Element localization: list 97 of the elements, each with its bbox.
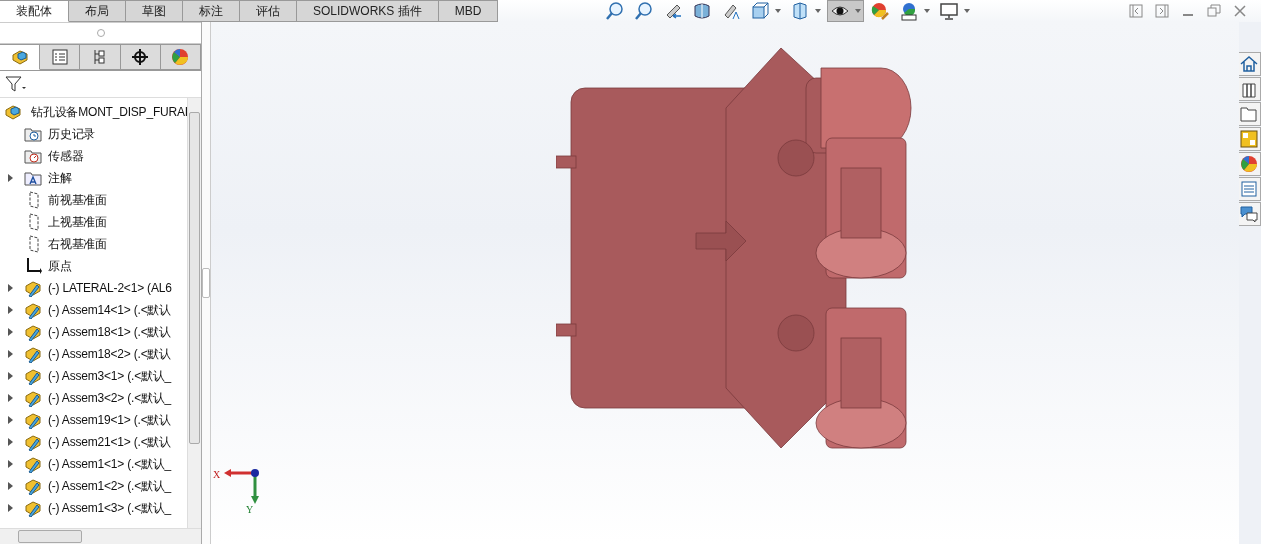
forum-pane-tab[interactable] (1237, 202, 1261, 226)
properties-icon (1240, 180, 1258, 198)
x-axis-label: X (213, 469, 221, 480)
tree-item[interactable]: 原点 (48, 257, 72, 275)
library-icon (1240, 80, 1258, 98)
origin-icon (24, 257, 42, 275)
monitor-icon (939, 1, 960, 21)
caret-icon (964, 9, 971, 13)
command-tab[interactable]: 装配体 (0, 0, 69, 22)
expand-arrow-icon[interactable] (8, 416, 13, 424)
tree-item[interactable]: (-) Assem18<2> (.<默认 (48, 345, 172, 363)
dim-tab[interactable] (120, 44, 161, 70)
tree-item[interactable]: 前视基准面 (48, 191, 107, 209)
crosshair-icon (131, 48, 150, 66)
component-icon (24, 345, 42, 363)
appearance-icon (870, 1, 891, 21)
expand-arrow-icon[interactable] (8, 328, 13, 336)
scene-icon (899, 1, 920, 21)
zoom-fit-icon (605, 1, 626, 21)
expand-arrow-icon[interactable] (8, 460, 13, 468)
expand-arrow-icon[interactable] (8, 174, 13, 182)
component-icon (24, 389, 42, 407)
tree-item[interactable]: (-) Assem21<1> (.<默认 (48, 433, 172, 451)
sensor-folder-icon (24, 147, 42, 165)
assembly-icon (4, 103, 22, 121)
library-pane-tab[interactable] (1237, 77, 1261, 101)
expand-arrow-icon[interactable] (8, 350, 13, 358)
orientation-icon (750, 1, 771, 21)
tree-item[interactable]: (-) Assem1<1> (.<默认_ (48, 455, 172, 473)
horizontal-scrollbar[interactable] (0, 528, 201, 544)
tree-item[interactable]: (-) Assem1<3> (.<默认_ (48, 499, 172, 517)
appearance-pane-tab[interactable] (1237, 152, 1261, 176)
caret-icon (815, 9, 822, 13)
expand-arrow-icon[interactable] (8, 438, 13, 446)
component-icon (24, 433, 42, 451)
history-folder-icon (24, 125, 42, 143)
folder-icon (1240, 105, 1258, 123)
appearance-icon (1240, 155, 1258, 173)
command-tab[interactable]: SOLIDWORKS 插件 (297, 0, 439, 22)
palette-pane-tab[interactable] (1237, 127, 1261, 151)
tree-item[interactable]: (-) Assem3<1> (.<默认_ (48, 367, 172, 385)
component-icon (24, 411, 42, 429)
palette-icon (1240, 130, 1258, 148)
expand-arrow-icon[interactable] (8, 504, 13, 512)
component-icon (24, 477, 42, 495)
expand-arrow-icon[interactable] (8, 306, 13, 314)
tree-item[interactable]: (-) Assem19<1> (.<默认 (48, 411, 172, 429)
home-pane-tab[interactable] (1237, 52, 1261, 76)
filter-icon[interactable] (5, 75, 27, 93)
caret-icon (924, 9, 931, 13)
command-tab[interactable]: 标注 (183, 0, 240, 22)
command-tab[interactable]: 布局 (69, 0, 126, 22)
vertical-scrollbar[interactable] (187, 98, 201, 528)
expand-arrow-icon[interactable] (8, 482, 13, 490)
component-icon (24, 367, 42, 385)
section-icon (692, 1, 713, 21)
component-icon (24, 301, 42, 319)
tree-item[interactable]: (-) Assem14<1> (.<默认 (48, 301, 172, 319)
tree-item[interactable]: 钻孔设备MONT_DISP_FURAI (31, 103, 187, 121)
feature-tab[interactable] (0, 44, 41, 70)
tile-right-icon[interactable] (1155, 4, 1169, 18)
tree-item[interactable]: 右视基准面 (48, 235, 107, 253)
expand-arrow-icon[interactable] (8, 372, 13, 380)
home-icon (1240, 55, 1258, 73)
forum-icon (1240, 205, 1258, 223)
component-icon (24, 499, 42, 517)
command-tab[interactable]: 评估 (240, 0, 297, 22)
command-tab[interactable]: 草图 (126, 0, 183, 22)
close-icon[interactable] (1233, 4, 1247, 18)
caret-icon (775, 9, 782, 13)
tree-item[interactable]: (-) Assem3<2> (.<默认_ (48, 389, 172, 407)
tree-item[interactable]: 传感器 (48, 147, 84, 165)
component-icon (24, 455, 42, 473)
y-axis-label: Y (246, 504, 254, 515)
tree-item[interactable]: (-) Assem18<1> (.<默认 (48, 323, 172, 341)
assembly-icon (10, 48, 29, 66)
tree-item[interactable]: 历史记录 (48, 125, 96, 143)
annotation-folder-icon (24, 169, 42, 187)
component-icon (24, 279, 42, 297)
display-tab[interactable] (160, 44, 201, 70)
tile-left-icon[interactable] (1129, 4, 1143, 18)
caret-icon (855, 9, 862, 13)
expand-arrow-icon[interactable] (8, 394, 13, 402)
command-tab[interactable]: MBD (438, 0, 499, 22)
color-ball-icon (171, 48, 190, 66)
hide-show-button[interactable] (827, 0, 865, 22)
tree-item[interactable]: (-) LATERAL-2<1> (AL6 (48, 281, 172, 295)
tree-item[interactable]: (-) Assem1<2> (.<默认_ (48, 477, 172, 495)
tree-item[interactable]: 注解 (48, 169, 72, 187)
folder-pane-tab[interactable] (1237, 102, 1261, 126)
panel-collapse-handle[interactable] (202, 268, 210, 298)
list-icon (50, 48, 69, 66)
tree-item[interactable]: 上视基准面 (48, 213, 107, 231)
property-tab[interactable] (40, 44, 81, 70)
zoom-area-icon (634, 1, 655, 21)
component-icon (24, 323, 42, 341)
expand-arrow-icon[interactable] (8, 284, 13, 292)
